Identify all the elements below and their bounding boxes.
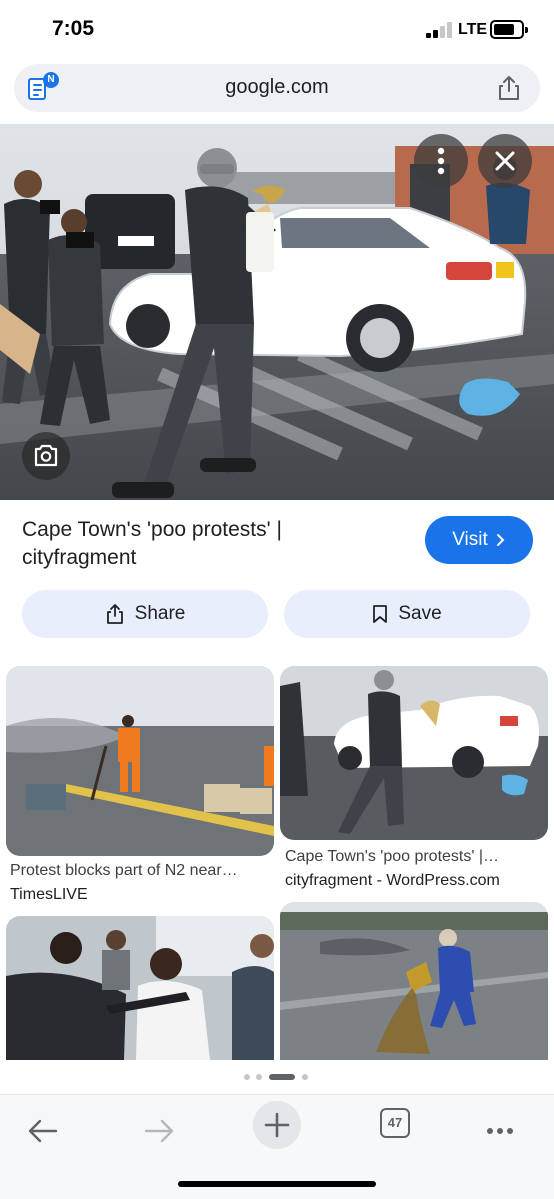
related-caption-2[interactable]: Cape Town's 'poo protests' |…	[285, 848, 543, 866]
related-image-1[interactable]	[6, 666, 274, 856]
visit-label: Visit	[452, 529, 488, 550]
camera-search-icon	[34, 444, 58, 467]
share-icon	[106, 604, 123, 624]
status-bar: 7:05 LTE	[0, 0, 554, 60]
related-image-2[interactable]	[280, 666, 548, 840]
share-label: Share	[134, 603, 186, 624]
close-button[interactable]	[478, 134, 532, 188]
result-title[interactable]: Cape Town's 'poo protests' | cityfragmen…	[22, 516, 392, 572]
more-options-button[interactable]	[414, 134, 468, 188]
save-button[interactable]: Save	[284, 590, 530, 638]
related-image-3[interactable]	[6, 916, 274, 1060]
url-text[interactable]: google.com	[14, 76, 540, 99]
new-tab-button[interactable]	[253, 1101, 301, 1149]
lens-search-button[interactable]	[22, 432, 70, 480]
ellipsis-icon[interactable]	[476, 1107, 524, 1155]
related-caption-1[interactable]: Protest blocks part of N2 near…	[10, 862, 268, 880]
close-icon	[495, 151, 515, 171]
share-button[interactable]: Share	[22, 590, 268, 638]
save-label: Save	[398, 603, 442, 624]
chevron-right-icon	[496, 534, 505, 546]
tab-switcher-icon[interactable]: 47	[380, 1108, 410, 1138]
vertical-ellipsis-icon	[437, 147, 445, 175]
arrow-left-icon[interactable]	[18, 1107, 66, 1155]
address-bar[interactable]: N google.com	[14, 64, 540, 112]
related-image-4[interactable]	[280, 902, 548, 1060]
visit-button[interactable]: Visit	[425, 516, 533, 564]
network-type: LTE	[458, 21, 488, 38]
battery-icon	[490, 20, 528, 39]
related-source-2: cityfragment - WordPress.com	[285, 872, 500, 889]
share-icon[interactable]	[496, 74, 522, 102]
plus-icon	[264, 1112, 290, 1138]
bookmark-icon	[373, 605, 388, 623]
arrow-right-icon[interactable]	[136, 1107, 184, 1155]
related-source-1: TimesLIVE	[10, 886, 88, 903]
home-indicator[interactable]	[178, 1181, 376, 1187]
status-time: 7:05	[52, 17, 95, 40]
cellular-signal-icon	[426, 22, 454, 38]
main-result-image[interactable]	[0, 124, 554, 500]
